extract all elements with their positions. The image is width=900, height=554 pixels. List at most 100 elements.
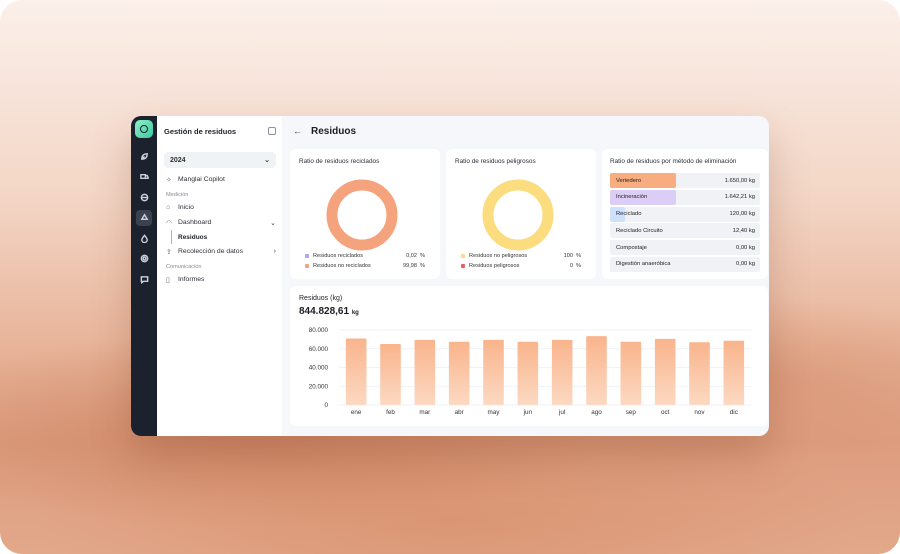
legend-swatch: [461, 264, 465, 268]
sidebar: Gestión de residuos 2024 ⌄ ✧ Manglai Cop…: [157, 116, 282, 436]
method-value: 1.642,21 kg: [724, 194, 755, 201]
bar-nov[interactable]: [689, 342, 710, 405]
bar-jul[interactable]: [551, 339, 573, 405]
legend-swatch: [305, 254, 309, 258]
section-label-comunicacion: Comunicación: [166, 264, 202, 270]
y-tick-label: 20.000: [309, 383, 329, 390]
recycled-donut-chart: [326, 179, 398, 251]
bar-may[interactable]: [483, 339, 504, 405]
legend-unit: %: [576, 253, 581, 259]
bar-mar[interactable]: [414, 339, 436, 405]
bar-jun[interactable]: [517, 341, 539, 405]
method-list: Vertedero 1.650,00 kg Incineración 1.642,2…: [610, 173, 760, 272]
x-tick-label: nov: [694, 409, 705, 416]
x-tick-label: ago: [591, 409, 602, 416]
bar-dic[interactable]: [723, 340, 745, 405]
sidebar-title: Gestión de residuos: [164, 126, 237, 136]
method-row: Incineración 1.642,21 kg: [610, 189, 760, 205]
upload-icon: ⇪: [166, 248, 172, 256]
icon-rail: [131, 116, 157, 436]
sidebar-item-residuos[interactable]: Residuos: [171, 230, 276, 244]
y-tick-label: 0: [324, 402, 328, 409]
x-tick-label: sep: [626, 409, 637, 416]
card-title: Ratio de residuos peligrosos: [455, 158, 536, 165]
method-label: Digestión anaeróbica: [616, 261, 671, 268]
method-value: 0,00 kg: [735, 244, 755, 251]
legend: Residuos reciclados 0,02 % Residuos no r…: [305, 251, 425, 271]
drop-icon[interactable]: [136, 230, 152, 246]
y-tick-label: 80.000: [309, 327, 329, 334]
bar-abr[interactable]: [448, 341, 470, 405]
method-label: Reciclado Circuito: [616, 227, 663, 234]
y-tick-label: 60.000: [309, 346, 329, 353]
method-row: Compostaje 0,00 kg: [610, 240, 760, 256]
legend-item: Residuos no peligrosos 100 %: [461, 251, 581, 261]
main-content: ← Residuos Ratio de residuos reciclados …: [282, 116, 769, 436]
disposal-method-card: Ratio de residuos por método de eliminac…: [602, 149, 768, 279]
donut-slice-no-reciclados: [326, 179, 398, 251]
globe-icon[interactable]: [136, 189, 152, 205]
gauge-icon: ◠: [166, 219, 173, 227]
sidebar-item-recoleccion[interactable]: ⇪ Recolección de datos ›: [164, 244, 276, 259]
residuos-chart-card: Residuos (kg) 844.828,61 kg 80.000 60.00…: [290, 286, 768, 426]
home-icon: ⌂: [166, 204, 171, 211]
truck-icon[interactable]: [136, 169, 152, 185]
x-tick-label: mar: [419, 409, 430, 416]
year-select[interactable]: 2024 ⌄: [164, 152, 276, 168]
card-title: Ratio de residuos reciclados: [299, 158, 380, 165]
section-label-medicion: Medición: [166, 192, 189, 198]
sidebar-item-informes[interactable]: ▯ Informes: [164, 272, 276, 287]
sidebar-item-dashboard[interactable]: ◠ Dashboard ⌄: [164, 215, 276, 230]
x-tick-label: abr: [455, 409, 464, 416]
legend-unit: %: [576, 263, 581, 269]
legend-label: Residuos peligrosos: [469, 263, 520, 269]
legend: Residuos no peligrosos 100 % Residuos pe…: [461, 251, 581, 271]
sidebar-item-inicio[interactable]: ⌂ Inicio: [164, 200, 276, 215]
legend-label: Residuos reciclados: [313, 253, 364, 259]
hazardous-donut-chart: [482, 179, 554, 251]
bar-feb[interactable]: [380, 344, 401, 405]
method-value: 1.650,00 kg: [724, 177, 755, 184]
collapse-sidebar-icon[interactable]: [268, 127, 276, 135]
x-tick-label: dic: [730, 409, 738, 416]
total-unit: kg: [351, 310, 359, 316]
method-label: Compostaje: [616, 244, 647, 251]
sparkle-icon: ✧: [166, 176, 172, 184]
method-row: Vertedero 1.650,00 kg: [610, 173, 760, 188]
x-tick-label: feb: [386, 409, 395, 416]
method-value: 0,00 kg: [735, 261, 755, 268]
leaf-icon[interactable]: [136, 148, 152, 164]
sidebar-item-label: Manglai Copilot: [178, 176, 225, 183]
back-arrow-icon[interactable]: ←: [293, 126, 302, 136]
page-title: Residuos: [311, 125, 357, 137]
bar-ago[interactable]: [586, 336, 607, 405]
x-tick-label: jul: [558, 409, 565, 416]
legend-item: Residuos peligrosos 0 %: [461, 261, 581, 271]
legend-label: Residuos no peligrosos: [469, 253, 528, 259]
legend-value: 100: [563, 253, 573, 259]
sidebar-item-copilot[interactable]: ✧ Manglai Copilot: [164, 172, 276, 187]
bar-oct[interactable]: [654, 338, 676, 405]
document-icon: ▯: [166, 276, 170, 284]
donut-slice-no-peligrosos: [482, 179, 554, 251]
sidebar-item-label: Inicio: [178, 204, 194, 211]
chevron-down-icon: ⌄: [264, 157, 270, 164]
chevron-right-icon: ›: [273, 248, 276, 255]
sidebar-item-label: Dashboard: [178, 219, 212, 226]
app-logo[interactable]: [135, 120, 153, 138]
sidebar-item-label: Recolección de datos: [178, 248, 243, 255]
method-label: Vertedero: [616, 177, 642, 184]
legend-swatch: [461, 254, 465, 258]
y-tick-label: 40.000: [309, 365, 329, 372]
chart-title: Residuos (kg): [299, 295, 343, 302]
year-select-value: 2024: [170, 156, 186, 164]
recycled-ratio-card: Ratio de residuos reciclados Residuos re…: [290, 149, 440, 279]
legend-item: Residuos reciclados 0,02 %: [305, 251, 425, 261]
x-tick-label: may: [488, 409, 501, 416]
x-tick-label: oct: [661, 409, 670, 416]
chat-icon[interactable]: [136, 271, 152, 287]
gear-icon[interactable]: [136, 251, 152, 267]
recycle-icon[interactable]: [136, 209, 152, 226]
bar-ene[interactable]: [345, 338, 367, 405]
bar-sep[interactable]: [620, 341, 642, 405]
